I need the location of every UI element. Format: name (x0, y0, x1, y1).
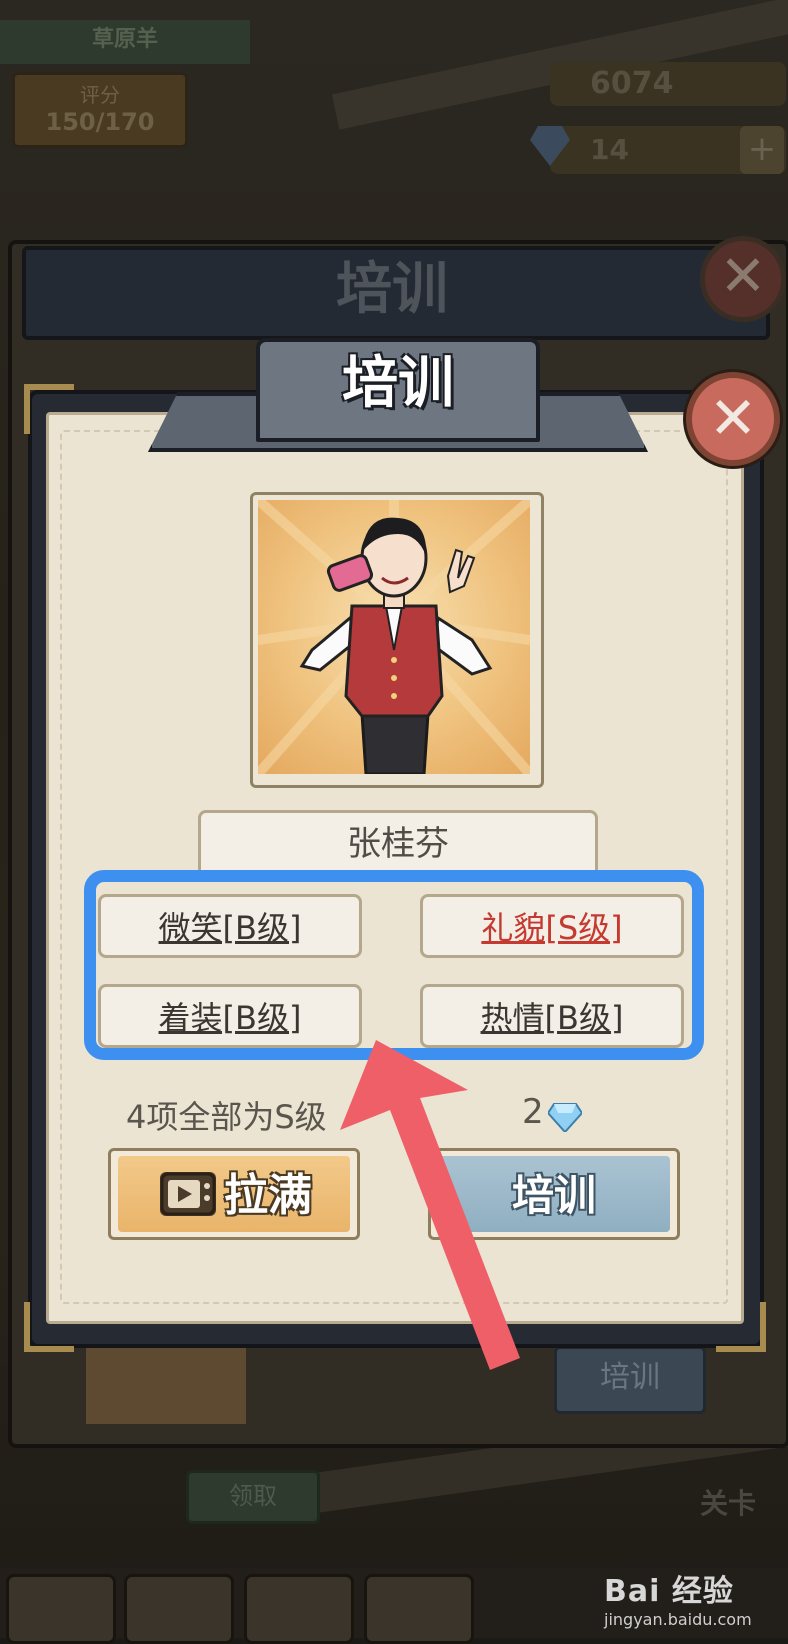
dialog-title: 培训 (342, 351, 454, 416)
stat-smile[interactable]: 微笑[B级] (98, 894, 362, 958)
fill-max-button-label: 拉满 (224, 1170, 312, 1221)
requirement-text: 4项全部为S级 (126, 1098, 327, 1136)
watermark-url: jingyan.baidu.com (604, 1610, 752, 1629)
stat-politeness[interactable]: 礼貌[S级] (420, 894, 684, 958)
stat-enthusiasm[interactable]: 热情[B级] (420, 984, 684, 1048)
employee-portrait (258, 500, 530, 774)
add-gems-button: + (740, 126, 784, 174)
close-icon: ✕ (708, 384, 758, 452)
bottom-tab (244, 1574, 354, 1644)
stat-attire[interactable]: 着装[B级] (98, 984, 362, 1048)
corner-ornament (716, 1302, 766, 1352)
close-button[interactable]: ✕ (686, 372, 780, 466)
level-card-label: 关卡 (700, 1487, 757, 1520)
background-claim-button: 领取 (186, 1470, 320, 1524)
coin-counter: 6074 (550, 62, 786, 106)
corner-ornament (24, 1302, 74, 1352)
score-label: 评分 (80, 83, 120, 107)
watermark: Bai 经验 jingyan.baidu.com (604, 1566, 784, 1629)
background-train-button: 培训 (554, 1346, 706, 1414)
score-box: 评分 150/170 (12, 72, 188, 148)
employee-illustration (258, 500, 530, 774)
store-name: 草原羊 (0, 20, 250, 64)
video-ad-icon (160, 1172, 216, 1216)
annotation-arrow-icon (340, 1040, 520, 1370)
background-employee-thumbnail (86, 1344, 246, 1424)
watermark-logo: Bai 经验 (604, 1574, 734, 1609)
bottom-tab (6, 1574, 116, 1644)
bottom-tab (364, 1574, 474, 1644)
background-dialog-title: 培训 (336, 257, 448, 322)
score-value: 150/170 (45, 108, 155, 136)
bottom-tab (124, 1574, 234, 1644)
corner-ornament (24, 384, 74, 434)
background-close-icon: ✕ (700, 236, 786, 322)
